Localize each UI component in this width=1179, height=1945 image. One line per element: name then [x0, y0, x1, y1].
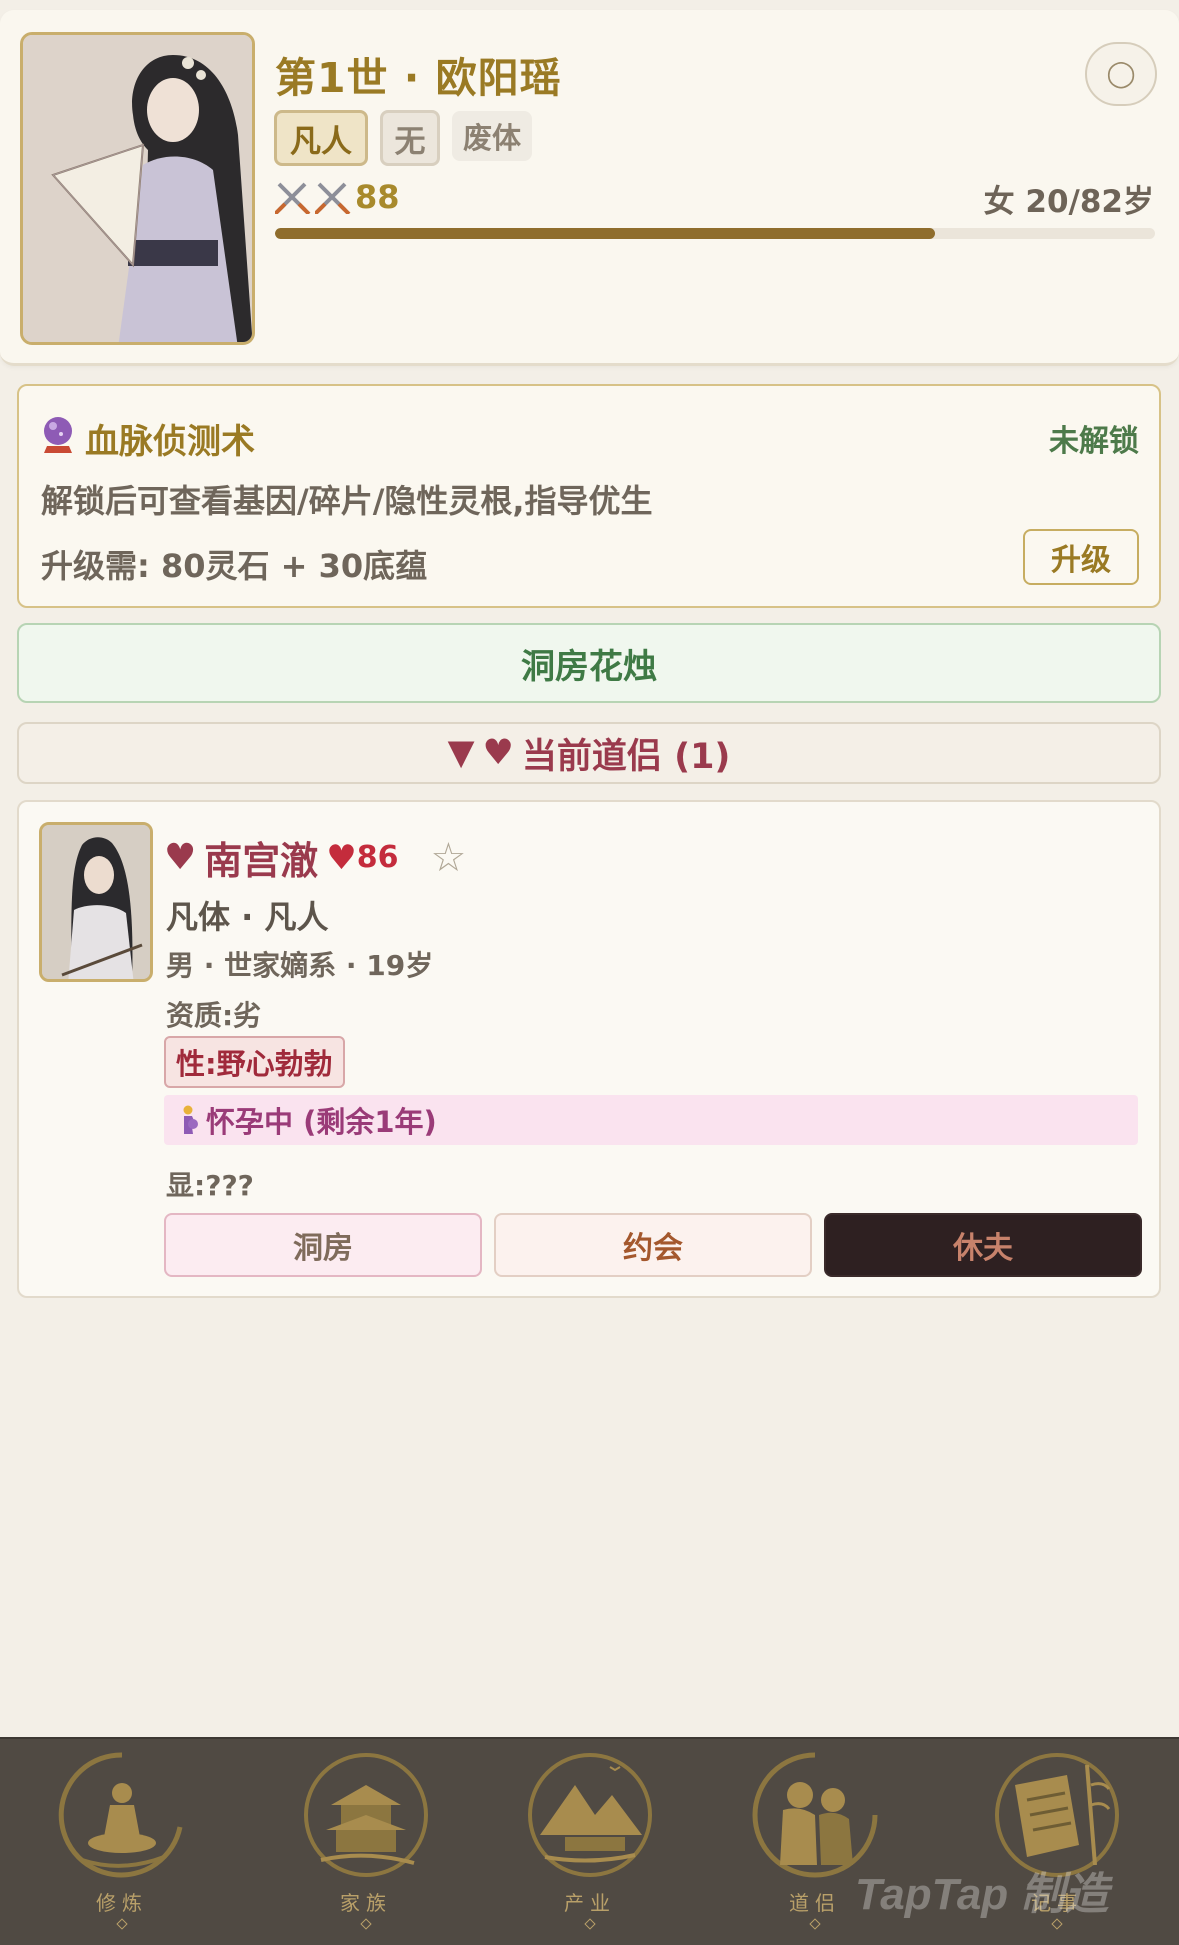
age-text: 女 20/82岁 [983, 184, 1154, 220]
pregnancy-text: 怀孕中 (剩余1年) [206, 1105, 437, 1139]
favor-indicator: ♥ 86 [326, 838, 398, 878]
divorce-button[interactable]: 休夫 [824, 1213, 1142, 1277]
nav-dot [584, 1918, 596, 1930]
consummate-button[interactable]: 洞房 [164, 1213, 482, 1277]
power-row: 88 [275, 178, 400, 216]
pregnant-woman-icon [183, 1105, 198, 1134]
favorite-star-icon[interactable]: ☆ [431, 835, 467, 881]
nav-dot [809, 1918, 821, 1930]
realm-tag: 凡人 [274, 110, 368, 166]
nav-dot [360, 1918, 372, 1930]
more-button[interactable]: ◯ [1085, 42, 1157, 106]
root-tag: 无 [380, 110, 440, 166]
upgrade-button[interactable]: 升级 [1023, 529, 1139, 585]
nav-label: 家族 [340, 1891, 392, 1915]
spouse-body-realm: 凡体 · 凡人 [166, 898, 329, 936]
nav-label: 修炼 [96, 1891, 148, 1915]
nav-label: 产业 [564, 1891, 616, 1915]
date-button[interactable]: 约会 [494, 1213, 812, 1277]
portrait-illustration [23, 35, 252, 342]
mountain-landscape-icon [528, 1753, 652, 1877]
spouse-name-row: ♥ 南宫澈 ♥ 86 ☆ [164, 830, 466, 885]
spouse-portrait[interactable] [39, 822, 153, 982]
bloodline-description: 解锁后可查看基因/碎片/隐性灵根,指导优生 [41, 482, 653, 520]
nav-label: 道侣 [789, 1891, 841, 1915]
palace-icon [304, 1753, 428, 1877]
nav-item-industry[interactable]: 产业 [510, 1745, 670, 1935]
bridal-chamber-button[interactable]: 洞房花烛 [17, 623, 1161, 703]
heart-icon: ♥ [164, 837, 197, 878]
page: 第1世 · 欧阳瑶 ◯ 凡人 无 废体 88 女 20/82岁 血脉侦测术 未解… [0, 0, 1179, 1945]
meditation-icon [58, 1752, 183, 1878]
lifespan-bar [275, 228, 1155, 239]
spouse-visible-trait: 显:??? [166, 1169, 254, 1202]
crystal-ball-icon [44, 417, 72, 453]
spouse-section-label: 当前道侣 (1) [521, 736, 731, 777]
power-value: 88 [355, 178, 400, 216]
nav-item-clan[interactable]: 家族 [286, 1745, 446, 1935]
watermark: TapTap 制造 [855, 1870, 1109, 1919]
spouse-card: ♥ 南宫澈 ♥ 86 ☆ 凡体 · 凡人 男 · 世家嫡系 · 19岁 资质:劣… [17, 800, 1161, 1298]
crossed-swords-icon [315, 182, 351, 214]
nav-dot [116, 1918, 128, 1930]
more-icon: ◯ [1106, 59, 1136, 89]
pregnancy-status: 怀孕中 (剩余1年) [164, 1095, 1138, 1145]
spouse-name: 南宫澈 [204, 839, 319, 883]
spouse-portrait-illustration [42, 825, 150, 979]
nav-item-cultivation[interactable]: 修炼 [42, 1745, 202, 1935]
character-card: 第1世 · 欧阳瑶 ◯ 凡人 无 废体 88 女 20/82岁 [0, 10, 1179, 366]
top-strip [0, 0, 1179, 10]
favor-value: 86 [356, 840, 399, 875]
character-portrait[interactable] [20, 32, 255, 345]
bloodline-status: 未解锁 [1049, 424, 1139, 459]
collapse-arrow-icon: ▼ [447, 733, 475, 773]
crossed-swords-icon [275, 182, 311, 214]
bloodline-title: 血脉侦测术 [85, 422, 255, 462]
body-tag: 废体 [452, 111, 532, 161]
spouse-section-toggle[interactable]: ▼ ♥ 当前道侣 (1) [17, 722, 1161, 784]
favor-heart-icon: ♥ [326, 837, 357, 878]
heart-icon: ♥ [482, 733, 514, 773]
spouse-trait-badge: 性:野心勃勃 [164, 1036, 345, 1088]
spouse-info: 男 · 世家嫡系 · 19岁 [166, 949, 434, 982]
lifespan-fill [275, 228, 935, 239]
character-title: 第1世 · 欧阳瑶 [275, 54, 562, 102]
bloodline-panel: 血脉侦测术 未解锁 解锁后可查看基因/碎片/隐性灵根,指导优生 升级需: 80灵… [17, 384, 1161, 608]
spouse-aptitude: 资质:劣 [166, 999, 262, 1032]
bloodline-cost: 升级需: 80灵石 + 30底蕴 [41, 547, 428, 585]
